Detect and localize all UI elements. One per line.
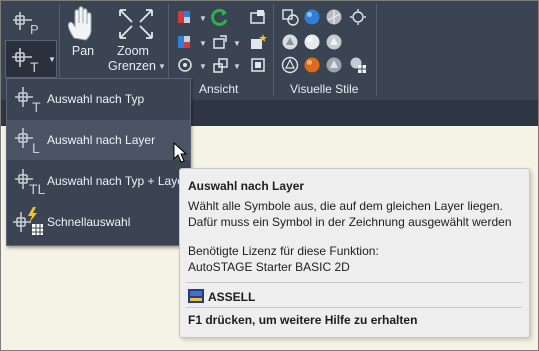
blue-sphere-icon [304, 9, 320, 25]
style-settings-button[interactable] [349, 8, 367, 26]
style-xray-button[interactable] [281, 56, 299, 74]
refresh-green-icon [211, 8, 228, 26]
select-t-dropdown-button[interactable]: T ▼ [5, 40, 57, 78]
style-realistic-button[interactable] [303, 8, 321, 26]
tooltip-license-value: AutoSTAGE Starter BASIC 2D [188, 260, 350, 274]
pan-button[interactable]: Pan [64, 6, 102, 62]
zoom-label-line1: Zoom [117, 44, 149, 58]
camera-view-button[interactable] [249, 8, 267, 26]
ribbon-separator [376, 4, 377, 96]
view-cube-blue-button[interactable] [176, 33, 194, 51]
tooltip-help-hint: F1 drücken, um weitere Hilfe zu erhalten [188, 313, 418, 327]
chevron-down-icon: ▼ [158, 62, 166, 71]
zoom-extents-icon [119, 9, 153, 39]
select-by-type-icon: T [15, 87, 41, 115]
sketchy-sphere-icon [326, 34, 342, 50]
viewport-split-button[interactable] [211, 56, 229, 74]
camera-icon [250, 10, 265, 24]
style-shaded-button[interactable] [303, 33, 321, 51]
tooltip-description-line1: Wählt alle Symbole aus, die auf dem glei… [188, 199, 503, 213]
assell-logo-icon [188, 289, 204, 303]
sun-sphere-icon [350, 9, 366, 25]
menu-item-auswahl-nach-typ[interactable]: T Auswahl nach Typ [7, 79, 190, 119]
menu-item-label: Schnellauswahl [47, 215, 131, 229]
viewport-split-icon [213, 58, 228, 73]
menu-item-schnellauswahl[interactable]: Schnellauswahl [7, 202, 190, 242]
menu-icon-letter-l: L [32, 140, 40, 156]
view-cube-blue-icon [178, 36, 190, 48]
menu-item-label: Auswahl nach Layer [47, 133, 156, 147]
viewport-icon [213, 35, 227, 49]
viewport-button[interactable] [211, 33, 229, 51]
pan-label: Pan [71, 44, 95, 58]
new-view-star-icon [251, 34, 267, 49]
orange-sphere-icon [304, 57, 320, 73]
menu-item-auswahl-nach-layer[interactable]: L Auswahl nach Layer [7, 120, 190, 160]
menu-icon-letter-tl: TL [29, 181, 46, 197]
style-orange-button[interactable] [303, 56, 321, 74]
ribbon-separator [273, 4, 274, 96]
group-label-ansicht: Ansicht [199, 82, 239, 96]
pan-hand-icon [67, 6, 92, 41]
style-manager-icon [350, 57, 366, 73]
menu-item-auswahl-nach-typ-layer[interactable]: TL Auswahl nach Typ + Layer [7, 161, 190, 201]
style-sketchy-button[interactable] [325, 33, 343, 51]
menu-item-label: Auswahl nach Typ [47, 92, 145, 106]
tooltip-panel: Auswahl nach Layer Wählt alle Symbole au… [179, 168, 530, 338]
chevron-down-icon: ▼ [233, 39, 241, 48]
select-p-icon: P [13, 12, 39, 37]
quick-select-icon [13, 207, 43, 235]
chevron-down-icon: ▼ [48, 55, 56, 64]
hidden-sphere-icon [282, 34, 298, 50]
zoom-extents-button[interactable]: Zoom Grenzen ▼ [108, 6, 166, 76]
style-conceptual-button[interactable] [325, 8, 343, 26]
view-cube-red-button[interactable] [176, 8, 194, 26]
menu-icon-letter-t: T [32, 99, 41, 115]
tooltip-brand: ASSELL [208, 290, 256, 304]
select-p-button[interactable]: P [10, 6, 48, 38]
orbit-button[interactable] [176, 56, 194, 74]
select-by-layer-icon: L [15, 128, 40, 156]
wireframe-squares-icon [282, 9, 299, 26]
chevron-down-icon: ▼ [199, 62, 207, 71]
chevron-down-icon: ▼ [199, 39, 207, 48]
tooltip-title: Auswahl nach Layer [188, 179, 305, 193]
select-by-type-layer-icon: TL [15, 169, 46, 197]
view-cube-red-icon [178, 11, 190, 23]
group-label-visuelle-stile: Visuelle Stile [290, 82, 359, 96]
gray-sphere-icon [326, 9, 342, 25]
select-p-letter: P [30, 22, 39, 37]
box-view-button[interactable] [249, 56, 267, 74]
xray-sphere-icon [281, 56, 299, 74]
gray-shaded-sphere-icon [326, 57, 342, 73]
mouse-pointer-icon [173, 142, 188, 163]
tooltip-license-label: Benötigte Lizenz für diese Funktion: [188, 244, 379, 258]
box-view-icon [251, 58, 265, 72]
lightning-icon [28, 207, 37, 223]
menu-item-label: Auswahl nach Typ + Layer [47, 174, 188, 188]
zoom-label-line2: Grenzen [108, 59, 156, 73]
orbit-icon [178, 58, 192, 72]
tooltip-divider [186, 282, 522, 283]
chevron-down-icon: ▼ [199, 14, 207, 23]
style-hidden-button[interactable] [281, 33, 299, 51]
style-gray-button[interactable] [325, 56, 343, 74]
tooltip-divider [186, 307, 522, 308]
white-sphere-icon [304, 34, 320, 50]
table-grid-icon [32, 224, 43, 235]
style-manager-button[interactable] [349, 56, 367, 74]
tooltip-description-line2: Dafür muss ein Symbol in der Zeichnung a… [188, 215, 512, 229]
select-t-letter: T [30, 59, 39, 75]
refresh-button[interactable] [210, 7, 230, 27]
chevron-down-icon: ▼ [233, 62, 241, 71]
new-view-button[interactable] [249, 33, 267, 51]
selection-dropdown-menu: T Auswahl nach Typ L Auswahl nach Layer … [6, 78, 191, 246]
style-wireframe-2d-button[interactable] [281, 8, 299, 26]
